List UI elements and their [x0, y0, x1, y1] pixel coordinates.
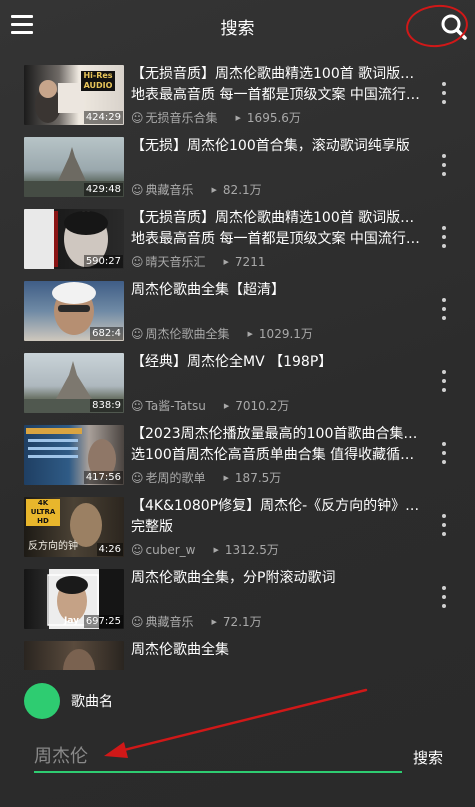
list-item[interactable]: 590:27 【无损音质】周杰伦歌曲精选100首 歌词版纯享 地表最高音质 每一…: [0, 202, 475, 274]
list-item[interactable]: 反方向的钟 4K ULTRA HD 4:26 【4K&1080P修复】周杰伦-《…: [0, 490, 475, 562]
play-count: 7010.2万: [235, 399, 290, 413]
more-options-icon[interactable]: [440, 82, 448, 106]
play-count: 1029.1万: [258, 327, 313, 341]
item-meta: ☺ 典藏音乐 ▶ 82.1万: [131, 181, 421, 198]
play-count-icon: ▶: [223, 474, 229, 482]
list-item[interactable]: 682:4 周杰伦歌曲全集【超清】 ☺ 周杰伦歌曲全集 ▶ 1029.1万: [0, 274, 475, 346]
play-count: 187.5万: [234, 471, 282, 485]
author-label: 晴天音乐汇: [145, 255, 206, 269]
more-options-icon[interactable]: [440, 514, 448, 538]
results-list[interactable]: Hi-Res AUDIO 424:29 【无损音质】周杰伦歌曲精选100首 歌词…: [0, 58, 475, 670]
item-meta: ☺ Ta酱-Tatsu ▶ 7010.2万: [131, 397, 421, 414]
play-count-icon: ▶: [211, 618, 217, 626]
list-item[interactable]: Hi-Res AUDIO 424:29 【无损音质】周杰伦歌曲精选100首 歌词…: [0, 58, 475, 130]
item-title: 【无损音质】周杰伦歌曲精选100首 歌词版纯享 地表最高音质 每一首都是顶级文案…: [131, 66, 421, 103]
video-thumbnail[interactable]: Jay 697:25: [24, 569, 124, 629]
video-thumbnail[interactable]: 682:4: [24, 281, 124, 341]
user-icon: ☺: [131, 183, 144, 197]
search-icon[interactable]: [440, 13, 468, 41]
user-icon: ☺: [131, 543, 144, 557]
search-bar: 搜索: [0, 735, 475, 780]
more-options-icon[interactable]: [440, 226, 448, 250]
list-item[interactable]: 周杰伦歌曲全集: [0, 634, 475, 670]
video-thumbnail[interactable]: 429:48: [24, 137, 124, 197]
search-button[interactable]: 搜索: [413, 747, 443, 768]
video-thumbnail[interactable]: 590:27: [24, 209, 124, 269]
page-title: 搜索: [220, 19, 255, 39]
4k-badge: 4K ULTRA HD: [26, 499, 60, 526]
list-item[interactable]: 429:48 【无损】周杰伦100首合集，滚动歌词纯享版 ☺ 典藏音乐 ▶ 82.1万: [0, 130, 475, 202]
duration-label: 4:26: [96, 543, 123, 556]
song-name-label: 歌曲名: [71, 694, 113, 710]
video-thumbnail[interactable]: 反方向的钟 4K ULTRA HD 4:26: [24, 497, 124, 557]
user-icon: ☺: [131, 327, 144, 341]
author-label: 典藏音乐: [145, 183, 194, 197]
author-label: 典藏音乐: [145, 615, 194, 629]
user-icon: ☺: [131, 399, 144, 413]
item-meta: ☺ 无损音乐合集 ▶ 1695.6万: [131, 109, 421, 126]
user-icon: ☺: [131, 615, 144, 629]
item-meta: ☺ 老周的歌单 ▶ 187.5万: [131, 469, 421, 486]
play-count: 82.1万: [222, 183, 262, 197]
album-avatar[interactable]: [24, 683, 60, 719]
hires-badge: Hi-Res AUDIO: [81, 71, 115, 91]
item-meta: ☺ cuber_w ▶ 1312.5万: [131, 541, 421, 558]
item-title: 周杰伦歌曲全集【超清】: [131, 282, 285, 298]
play-count: 7211: [234, 255, 266, 269]
video-thumbnail[interactable]: 417:56: [24, 425, 124, 485]
play-count-icon: ▶: [213, 546, 219, 554]
duration-label: 838:9: [90, 399, 123, 412]
user-icon: ☺: [131, 255, 144, 269]
duration-label: 590:27: [83, 255, 123, 268]
svg-text:Jay: Jay: [63, 616, 79, 626]
list-item[interactable]: 838:9 【经典】周杰伦全MV 【198P】 ☺ Ta酱-Tatsu ▶ 7010.…: [0, 346, 475, 418]
play-count-icon: ▶: [223, 258, 229, 266]
duration-label: 429:48: [83, 183, 123, 196]
user-icon: ☺: [131, 111, 144, 125]
play-count-icon: ▶: [223, 402, 230, 410]
video-thumbnail[interactable]: 838:9: [24, 353, 124, 413]
play-count: 72.1万: [222, 615, 262, 629]
app-root: 搜索 Hi-Res AUDIO 424:29 【无损音质】周杰伦歌曲精选100首…: [0, 0, 475, 807]
item-meta: ☺ 晴天音乐汇 ▶ 7211: [131, 253, 421, 270]
item-meta: ☺ 典藏音乐 ▶ 72.1万: [131, 613, 421, 630]
search-input[interactable]: [34, 741, 402, 773]
video-thumbnail[interactable]: [24, 641, 124, 670]
more-options-icon[interactable]: [440, 154, 448, 178]
play-count: 1695.6万: [246, 111, 301, 125]
list-item[interactable]: 417:56 【2023周杰伦播放量最高的100首歌曲合集】 精 选100首周杰…: [0, 418, 475, 490]
item-title: 【无损】周杰伦100首合集，滚动歌词纯享版: [131, 138, 410, 154]
author-label: 老周的歌单: [145, 471, 206, 485]
item-meta: ☺ 周杰伦歌曲全集 ▶ 1029.1万: [131, 325, 421, 342]
user-icon: ☺: [131, 471, 144, 485]
top-bar: 搜索: [0, 0, 475, 52]
play-count: 1312.5万: [224, 543, 279, 557]
more-options-icon[interactable]: [440, 298, 448, 322]
svg-text:反方向的钟: 反方向的钟: [28, 539, 78, 552]
more-options-icon[interactable]: [440, 370, 448, 394]
item-title: 周杰伦歌曲全集: [131, 642, 229, 658]
item-title: 【4K&1080P修复】周杰伦-《反方向的钟》MV 完整版: [131, 498, 421, 535]
author-label: cuber_w: [145, 543, 196, 557]
duration-label: 697:25: [83, 615, 123, 628]
play-count-icon: ▶: [211, 186, 217, 194]
author-label: 无损音乐合集: [145, 111, 218, 125]
item-title: 【2023周杰伦播放量最高的100首歌曲合集】 精 选100首周杰伦高音质单曲合…: [131, 426, 421, 463]
duration-label: 424:29: [83, 111, 123, 124]
author-label: 周杰伦歌曲全集: [145, 327, 230, 341]
list-item[interactable]: Jay 697:25 周杰伦歌曲全集，分P附滚动歌词 ☺ 典藏音乐 ▶ 72.1万: [0, 562, 475, 634]
now-playing-bar[interactable]: 歌曲名: [0, 676, 475, 724]
item-title: 【经典】周杰伦全MV 【198P】: [131, 354, 333, 370]
author-label: Ta酱-Tatsu: [145, 399, 206, 413]
play-count-icon: ▶: [247, 330, 253, 338]
item-title: 周杰伦歌曲全集，分P附滚动歌词: [131, 570, 336, 586]
duration-label: 682:4: [90, 327, 123, 340]
item-title: 【无损音质】周杰伦歌曲精选100首 歌词版纯享 地表最高音质 每一首都是顶级文案…: [131, 210, 421, 247]
video-thumbnail[interactable]: Hi-Res AUDIO 424:29: [24, 65, 124, 125]
play-count-icon: ▶: [235, 114, 241, 122]
duration-label: 417:56: [83, 471, 123, 484]
more-options-icon[interactable]: [440, 442, 448, 466]
more-options-icon[interactable]: [440, 586, 448, 610]
